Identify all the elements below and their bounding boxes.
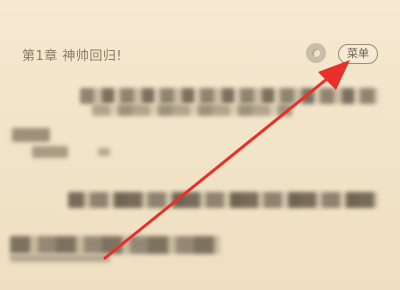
blurred-text-line — [98, 148, 110, 156]
blurred-text-line — [32, 146, 68, 158]
annotation-arrow-head — [318, 60, 350, 90]
menu-button[interactable]: 菜单 — [338, 44, 378, 64]
blurred-text-line — [10, 254, 110, 262]
blurred-text-line — [10, 236, 220, 254]
reader-page[interactable]: 第1章 神帅回归! 菜单 — [0, 0, 400, 290]
blurred-text-line — [12, 128, 50, 142]
chapter-title: 第1章 神帅回归! — [22, 49, 123, 64]
blurred-text-line — [68, 192, 378, 208]
blurred-text-line — [92, 104, 292, 116]
blurred-text-line — [80, 88, 378, 104]
audio-listen-icon[interactable] — [306, 43, 326, 63]
